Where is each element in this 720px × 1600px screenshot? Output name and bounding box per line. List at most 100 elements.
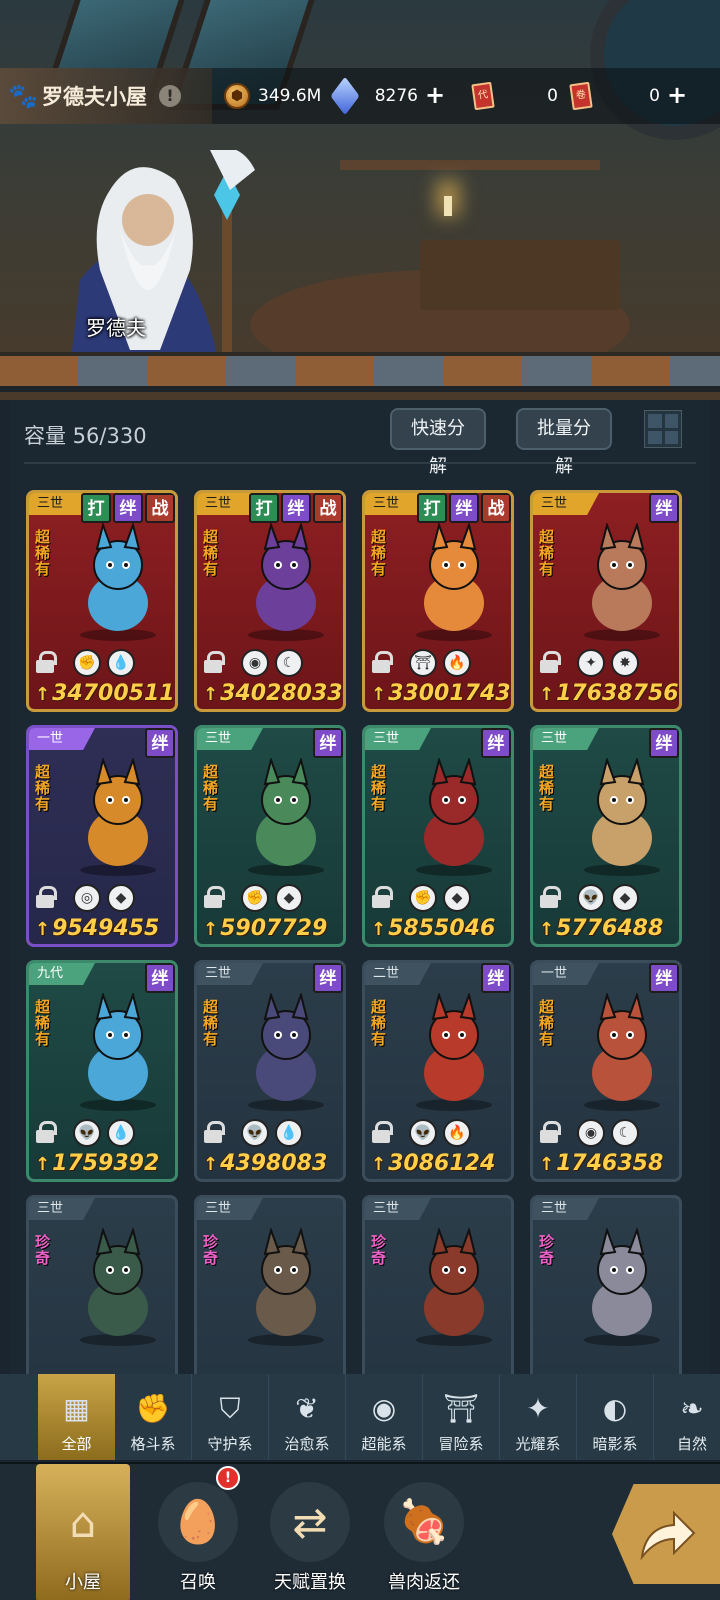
rarity-label: 超稀有 xyxy=(539,528,555,578)
creature-card[interactable]: 三世 珍奇 xyxy=(194,1195,346,1375)
creature-portrait xyxy=(80,758,156,876)
power-value: ↑3086124 xyxy=(371,1151,495,1176)
category-tab[interactable]: ⛉ 守护系 xyxy=(192,1374,269,1460)
next-arrow-button[interactable] xyxy=(612,1484,720,1584)
category-tabs: ▦ 全部 ✊ 格斗系 ⛉ 守护系 ❦ 治愈系 ◉ 超能系 ⛩ 冒险系 ✦ 光耀系 ◐ 暗影系 ❧ 自然 xyxy=(0,1374,720,1460)
power-arrow-icon: ↑ xyxy=(371,1154,387,1175)
rarity-label: 珍奇 xyxy=(539,1233,555,1267)
creature-card[interactable]: 二世 绊超稀有 👽 🔥 ↑3086124 xyxy=(362,960,514,1182)
power-number: 5776488 xyxy=(556,916,664,941)
eye-trait-icon: ◉ xyxy=(241,649,269,677)
lock-icon[interactable] xyxy=(539,651,561,673)
category-tab[interactable]: ⛩ 冒险系 xyxy=(423,1374,500,1460)
bond-tag: 绊 xyxy=(313,728,343,758)
drop-trait-icon: 💧 xyxy=(107,649,135,677)
lock-icon[interactable] xyxy=(371,1121,393,1143)
creature-card[interactable]: 三世 绊超稀有 👽 💧 ↑4398083 xyxy=(194,960,346,1182)
power-number: 3086124 xyxy=(388,1151,496,1176)
trait-icons: ◉ ☾ xyxy=(577,1119,639,1147)
nav-meat[interactable]: 🍖 兽肉返还 xyxy=(372,1464,476,1600)
bond-tag: 战 xyxy=(481,493,511,523)
creature-card[interactable]: 九代 绊超稀有 👽 💧 ↑1759392 xyxy=(26,960,178,1182)
creature-portrait xyxy=(584,758,660,876)
category-tab[interactable]: ❦ 治愈系 xyxy=(269,1374,346,1460)
creature-card[interactable]: 三世打绊战超稀有 ◉ ☾ ↑34028033 xyxy=(194,490,346,712)
category-tab[interactable]: ◉ 超能系 xyxy=(346,1374,423,1460)
lock-icon[interactable] xyxy=(203,1121,225,1143)
lock-icon[interactable] xyxy=(35,1121,57,1143)
creature-card[interactable]: 三世打绊战超稀有 ✊ 💧 ↑34700511 xyxy=(26,490,178,712)
generation-badge: 三世 xyxy=(533,728,599,750)
lock-icon[interactable] xyxy=(539,1121,561,1143)
rock-trait-icon: ◆ xyxy=(107,884,135,912)
bond-tags: 绊 xyxy=(649,493,679,523)
creature-card[interactable]: 三世 珍奇 xyxy=(530,1195,682,1375)
power-value: ↑4398083 xyxy=(203,1151,327,1176)
sprout-icon: ❦ xyxy=(295,1392,319,1425)
scroll-ticket-resource: 卷 0 + xyxy=(566,80,690,112)
lock-icon[interactable] xyxy=(35,651,57,673)
nav-house[interactable]: ⌂ 小屋 xyxy=(36,1464,130,1600)
scroll-ticket-value: 0 xyxy=(649,86,660,106)
power-arrow-icon: ↑ xyxy=(203,684,219,705)
meat-icon: 🍖 xyxy=(384,1482,464,1562)
bond-tags: 绊 xyxy=(649,728,679,758)
power-value: ↑1746358 xyxy=(539,1151,663,1176)
power-arrow-icon: ↑ xyxy=(539,684,555,705)
quick-decompose-button[interactable]: 快速分解 xyxy=(390,408,486,477)
lock-icon[interactable] xyxy=(203,651,225,673)
add-gem-button[interactable]: + xyxy=(424,83,446,107)
bond-tags: 绊 xyxy=(481,963,511,993)
generation-badge: 三世 xyxy=(197,728,263,750)
bond-tag: 绊 xyxy=(113,493,143,523)
generation-badge: 三世 xyxy=(29,1198,95,1220)
moon-trait-icon: ☾ xyxy=(275,649,303,677)
category-tab[interactable]: ✊ 格斗系 xyxy=(115,1374,192,1460)
location-title: 罗德夫小屋 xyxy=(42,85,147,109)
category-tab[interactable]: ▦ 全部 xyxy=(38,1374,115,1460)
rarity-label: 超稀有 xyxy=(539,998,555,1048)
power-arrow-icon: ↑ xyxy=(35,919,51,940)
lock-icon[interactable] xyxy=(371,886,393,908)
add-scroll-ticket-button[interactable]: + xyxy=(666,83,688,107)
power-value: ↑5776488 xyxy=(539,916,663,941)
category-label: 守护系 xyxy=(207,1435,253,1453)
category-tab[interactable]: ◐ 暗影系 xyxy=(577,1374,654,1460)
trait-icons: 👽 💧 xyxy=(73,1119,135,1147)
power-value: ↑5855046 xyxy=(371,916,495,941)
lock-icon[interactable] xyxy=(371,651,393,673)
creature-card[interactable]: 三世 珍奇 xyxy=(362,1195,514,1375)
power-number: 5855046 xyxy=(388,916,496,941)
creature-card[interactable]: 一世 绊超稀有 ◎ ◆ ↑9549455 xyxy=(26,725,178,947)
wizard-npc[interactable] xyxy=(40,150,260,370)
nav-swap[interactable]: ⇄ 天赋置换 xyxy=(258,1464,362,1600)
nav-egg[interactable]: 🥚 召唤! xyxy=(146,1464,250,1600)
creature-card[interactable]: 三世 绊超稀有 👽 ◆ ↑5776488 xyxy=(530,725,682,947)
grid-view-icon[interactable] xyxy=(644,410,682,448)
info-button[interactable]: ! xyxy=(159,85,181,107)
rarity-label: 超稀有 xyxy=(203,528,219,578)
swap-icon: ⇄ xyxy=(270,1482,350,1562)
creature-card[interactable]: 三世 绊超稀有 ✦ ✸ ↑17638756 xyxy=(530,490,682,712)
creature-portrait xyxy=(248,993,324,1111)
generation-badge: 三世 xyxy=(365,1198,431,1220)
trait-icons: ◉ ☾ xyxy=(241,649,303,677)
creature-card[interactable]: 三世 绊超稀有 ✊ ◆ ↑5855046 xyxy=(362,725,514,947)
creature-card[interactable]: 三世打绊战超稀有 ⛩ 🔥 ↑33001743 xyxy=(362,490,514,712)
rarity-label: 超稀有 xyxy=(371,528,387,578)
creature-card[interactable]: 一世 绊超稀有 ◉ ☾ ↑1746358 xyxy=(530,960,682,1182)
category-tab[interactable]: ❧ 自然 xyxy=(654,1374,720,1460)
lock-icon[interactable] xyxy=(35,886,57,908)
lock-icon[interactable] xyxy=(539,886,561,908)
bond-tag: 绊 xyxy=(313,963,343,993)
gold-resource: ⬢ 349.6M xyxy=(222,80,326,112)
creature-card[interactable]: 三世 珍奇 xyxy=(26,1195,178,1375)
drop-trait-icon: 💧 xyxy=(107,1119,135,1147)
batch-decompose-button[interactable]: 批量分解 xyxy=(516,408,612,477)
generation-badge: 三世 xyxy=(365,728,431,750)
trait-icons: ◎ ◆ xyxy=(73,884,135,912)
category-tab[interactable]: ✦ 光耀系 xyxy=(500,1374,577,1460)
power-number: 17638756 xyxy=(556,681,679,706)
lock-icon[interactable] xyxy=(203,886,225,908)
creature-card[interactable]: 三世 绊超稀有 ✊ ◆ ↑5907729 xyxy=(194,725,346,947)
